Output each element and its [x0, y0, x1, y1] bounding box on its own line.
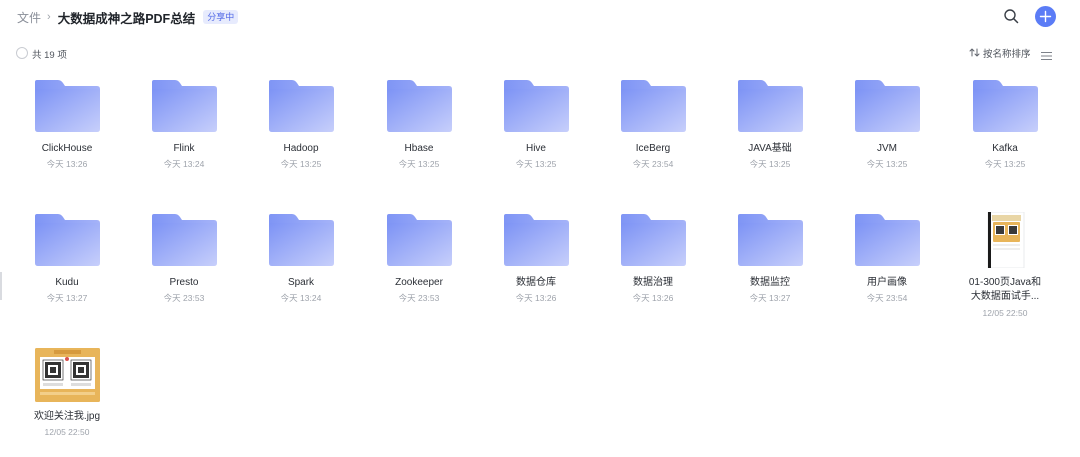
item-name: 数据治理 — [633, 277, 673, 288]
item-name: Kudu — [55, 277, 79, 288]
item-modified-time: 今天 13:25 — [398, 159, 440, 169]
item-thumbnail — [34, 212, 101, 268]
item-modified-time: 今天 23:54 — [632, 159, 674, 169]
folder-item[interactable]: 数据治理今天 13:26 — [603, 212, 703, 303]
item-thumbnail — [268, 212, 335, 268]
item-name: 欢迎关注我.jpg — [33, 411, 101, 422]
folder-item[interactable]: JVM 今天 13:25 — [837, 78, 937, 169]
item-modified-time: 今天 13:26 — [46, 159, 88, 169]
item-thumbnail — [34, 347, 101, 403]
item-name: Spark — [287, 277, 315, 288]
folder-item[interactable]: Zookeeper 今天 23:53 — [369, 212, 469, 303]
item-modified-time: 12/05 22:50 — [982, 308, 1028, 318]
folder-icon — [855, 80, 920, 132]
item-name: 数据仓库 — [516, 277, 556, 288]
folder-icon — [387, 214, 452, 266]
folder-icon — [269, 214, 334, 266]
folder-icon — [269, 80, 334, 132]
item-modified-time: 今天 23:53 — [398, 293, 440, 303]
item-thumbnail — [34, 78, 101, 134]
folder-icon — [35, 214, 100, 266]
folder-item[interactable]: Spark 今天 13:24 — [251, 212, 351, 303]
folder-icon — [973, 80, 1038, 132]
item-thumbnail — [386, 78, 453, 134]
item-thumbnail — [620, 78, 687, 134]
item-thumbnail — [972, 78, 1039, 134]
item-name: Flink — [173, 143, 195, 154]
file-item[interactable]: 01-300页Java和大数据面试手... 12/05 22:50 — [955, 211, 1055, 318]
item-modified-time: 今天 13:27 — [749, 293, 791, 303]
item-name: JVM — [877, 143, 897, 154]
item-modified-time: 今天 13:25 — [984, 159, 1026, 169]
folder-item[interactable]: Flink 今天 13:24 — [134, 78, 234, 169]
folder-item[interactable]: JAVA基础 今天 13:25 — [720, 78, 820, 169]
item-modified-time: 今天 13:26 — [515, 293, 557, 303]
item-thumbnail — [737, 78, 804, 134]
item-modified-time: 今天 13:25 — [749, 159, 791, 169]
item-modified-time: 今天 13:25 — [515, 159, 557, 169]
item-thumbnail — [737, 212, 804, 268]
file-grid: ClickHouse 今天 13:26 Flink 今天 13:24 Hadoop 今天 … — [0, 0, 1080, 457]
item-name: Kafka — [992, 143, 1018, 154]
item-name: Zookeeper — [395, 277, 443, 288]
item-name: IceBerg — [635, 143, 671, 154]
item-name: Hive — [525, 143, 546, 154]
folder-icon — [738, 214, 803, 266]
folder-icon — [152, 214, 217, 266]
item-thumbnail — [268, 78, 335, 134]
item-name: 用户画像 — [867, 277, 907, 288]
item-name: 数据监控 — [750, 277, 790, 288]
file-item[interactable]: 欢迎关注我.jpg 12/05 22:50 — [17, 347, 117, 437]
folder-item[interactable]: ClickHouse 今天 13:26 — [17, 78, 117, 169]
folder-icon — [621, 214, 686, 266]
folder-item[interactable]: Kafka 今天 13:25 — [955, 78, 1055, 169]
item-modified-time: 今天 13:27 — [46, 293, 88, 303]
folder-item[interactable]: 用户画像今天 23:54 — [837, 212, 937, 303]
item-modified-time: 今天 13:25 — [866, 159, 908, 169]
folder-item[interactable]: Hadoop 今天 13:25 — [251, 78, 351, 169]
folder-item[interactable]: 数据仓库今天 13:26 — [486, 212, 586, 303]
folder-icon — [621, 80, 686, 132]
folder-icon — [855, 214, 920, 266]
folder-item[interactable]: Kudu 今天 13:27 — [17, 212, 117, 303]
item-name: 01-300页Java和大数据面试手... — [968, 277, 1042, 302]
item-thumbnail — [151, 212, 218, 268]
item-name: JAVA基础 — [748, 143, 792, 154]
item-thumbnail — [503, 78, 570, 134]
file-browser: 文件 › 大数据成神之路PDF总结 分享中 共 19 项 按名称排序 Click… — [0, 0, 1080, 457]
folder-item[interactable]: Presto 今天 23:53 — [134, 212, 234, 303]
folder-icon — [504, 80, 569, 132]
folder-icon — [152, 80, 217, 132]
folder-item[interactable]: IceBerg 今天 23:54 — [603, 78, 703, 169]
item-modified-time: 今天 13:25 — [280, 159, 322, 169]
item-thumbnail — [620, 212, 687, 268]
folder-icon — [35, 80, 100, 132]
folder-icon — [504, 214, 569, 266]
item-modified-time: 今天 13:24 — [280, 293, 322, 303]
item-name: Presto — [169, 277, 199, 288]
item-thumbnail — [503, 212, 570, 268]
item-modified-time: 今天 23:53 — [163, 293, 205, 303]
item-name: Hbase — [404, 143, 434, 154]
folder-icon — [387, 80, 452, 132]
folder-item[interactable]: 数据监控今天 13:27 — [720, 212, 820, 303]
item-modified-time: 12/05 22:50 — [44, 427, 90, 437]
item-thumbnail — [854, 78, 921, 134]
pdf-thumbnail-icon — [987, 211, 1025, 269]
folder-icon — [738, 80, 803, 132]
item-thumbnail — [386, 212, 453, 268]
item-thumbnail — [151, 78, 218, 134]
item-name: Hadoop — [283, 143, 319, 154]
item-thumbnail — [972, 211, 1039, 269]
image-thumbnail-icon — [35, 348, 100, 402]
item-thumbnail — [854, 212, 921, 268]
folder-item[interactable]: Hbase 今天 13:25 — [369, 78, 469, 169]
item-modified-time: 今天 13:26 — [632, 293, 674, 303]
folder-item[interactable]: Hive 今天 13:25 — [486, 78, 586, 169]
item-name: ClickHouse — [41, 143, 93, 154]
item-modified-time: 今天 23:54 — [866, 293, 908, 303]
item-modified-time: 今天 13:24 — [163, 159, 205, 169]
